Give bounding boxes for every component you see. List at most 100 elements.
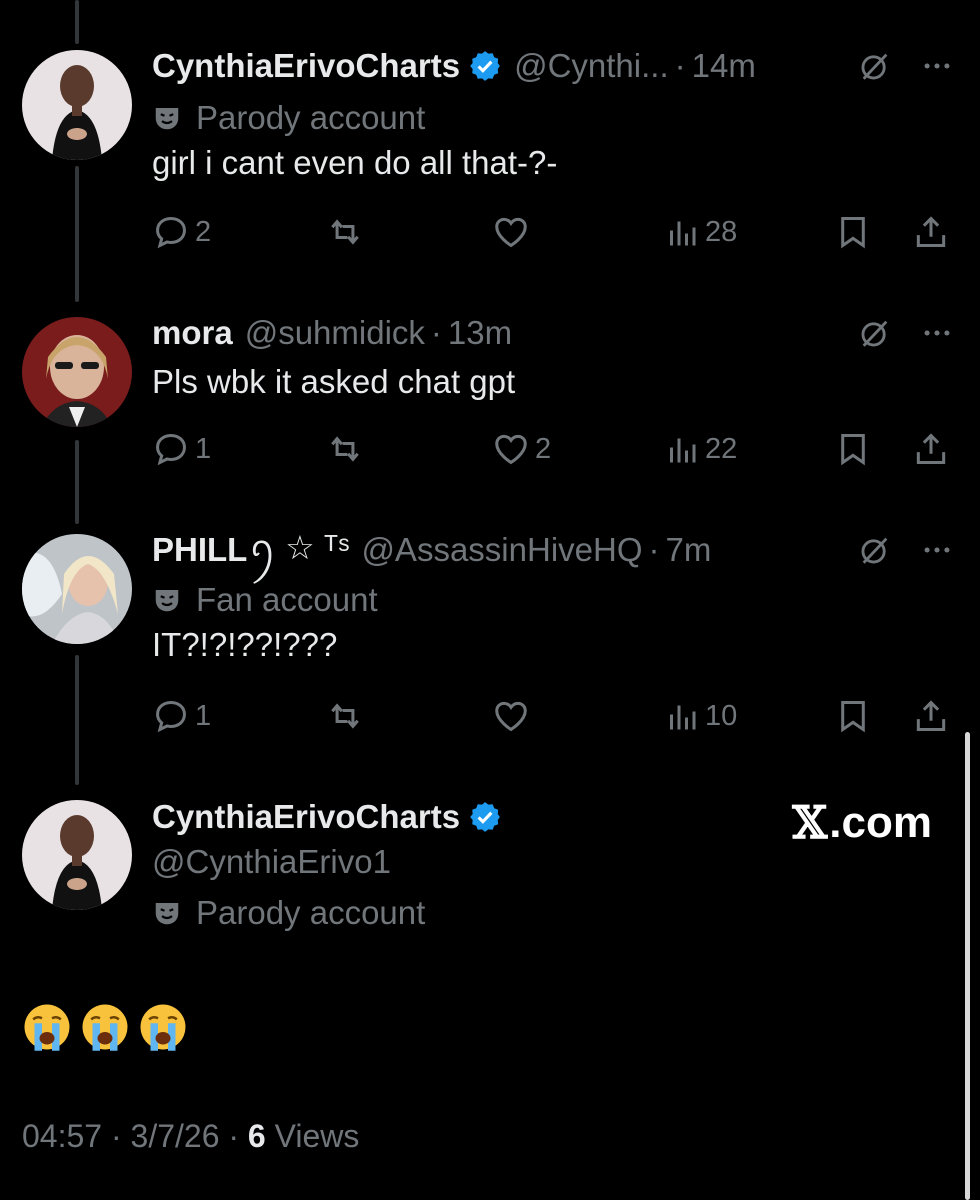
views-count: 6: [247, 1118, 266, 1154]
tweet-header: CynthiaErivoCharts @Cynthi... · 14m: [152, 46, 756, 86]
separator-dot: ·: [648, 531, 660, 568]
bookmark-icon: [841, 434, 865, 466]
thread-line: [75, 0, 79, 44]
tweet-actions: 1 2 22: [152, 429, 962, 469]
like-button[interactable]: [492, 212, 535, 252]
tweet-text: IT?!?!??!???: [152, 626, 338, 663]
reply-count: 1: [195, 432, 212, 465]
grok-icon[interactable]: [856, 47, 894, 85]
reply-icon: [156, 434, 186, 466]
post-time[interactable]: 13m: [448, 314, 512, 352]
watermark-text: .com: [829, 797, 932, 847]
tweet-header: mora @suhmidick · 13m: [152, 313, 512, 353]
like-button[interactable]: 2: [492, 429, 551, 469]
repost-button[interactable]: [326, 696, 364, 736]
bookmark-button[interactable]: [834, 429, 872, 469]
bookmark-button[interactable]: [834, 696, 872, 736]
view-count: 28: [705, 215, 738, 248]
view-count: 10: [705, 699, 738, 732]
tweet-text: girl i cant even do all that-?-: [152, 144, 558, 181]
tweet-text: Pls wbk it asked chat gpt: [152, 363, 516, 400]
display-name[interactable]: mora: [152, 314, 233, 352]
avatar[interactable]: [22, 800, 132, 910]
mask-icon: [155, 903, 179, 925]
more-icon[interactable]: [918, 531, 956, 569]
tweet-top-icons: [856, 530, 956, 570]
tweet-top-icons: [856, 46, 956, 86]
account-label: Fan account: [152, 580, 378, 620]
avatar[interactable]: [22, 534, 132, 644]
share-icon: [916, 216, 946, 247]
grok-icon[interactable]: [856, 531, 894, 569]
display-name[interactable]: PHILL: [152, 531, 247, 569]
bookmark-button[interactable]: [834, 212, 872, 252]
more-icon[interactable]: [918, 314, 956, 352]
mask-icon: [155, 108, 179, 130]
account-label: Parody account: [152, 98, 425, 138]
tweet-header: PHILL ꪆ ☆ ᵀˢ @AssassinHiveHQ · 7m: [152, 529, 712, 570]
avatar[interactable]: [22, 317, 132, 427]
post-timestamp: 04:57 · 3/7/26 · 6 Views: [22, 1118, 359, 1155]
separator-dot: ·: [430, 314, 442, 351]
views-button[interactable]: 10: [664, 696, 737, 736]
share-button[interactable]: [912, 696, 950, 736]
reply-count: 2: [195, 215, 212, 248]
display-name[interactable]: CynthiaErivoCharts: [152, 798, 460, 836]
thread-line: [75, 440, 79, 524]
reply-button[interactable]: 2: [152, 212, 211, 252]
post-emojis: [22, 1002, 188, 1052]
account-label-text: Fan account: [196, 581, 378, 618]
post-time[interactable]: 7m: [666, 531, 712, 569]
user-handle[interactable]: @Cynthi...: [514, 47, 669, 85]
timestamp-text[interactable]: 04:57 · 3/7/26 ·: [22, 1118, 248, 1154]
share-button[interactable]: [912, 429, 950, 469]
views-icon: [670, 705, 696, 730]
views-button[interactable]: 28: [664, 212, 737, 252]
grok-icon[interactable]: [856, 314, 894, 352]
tweet-top-icons: [856, 313, 956, 353]
verified-badge-icon: [470, 51, 500, 81]
like-icon: [495, 217, 527, 248]
account-label: Parody account: [152, 893, 425, 933]
reply-button[interactable]: 1: [152, 696, 211, 736]
repost-button[interactable]: [326, 429, 364, 469]
repost-icon: [331, 436, 359, 462]
main-display-name-row: CynthiaErivoCharts: [152, 798, 502, 836]
verified-badge-icon: [470, 802, 500, 832]
display-name[interactable]: CynthiaErivoCharts: [152, 47, 460, 85]
views-label[interactable]: Views: [275, 1118, 360, 1154]
views-button[interactable]: 22: [664, 429, 737, 469]
account-label-text: Parody account: [196, 99, 426, 136]
repost-button[interactable]: [326, 212, 364, 252]
share-button[interactable]: [912, 212, 950, 252]
thread-line: [75, 655, 79, 785]
repost-icon: [331, 703, 359, 729]
views-icon: [670, 221, 696, 246]
bookmark-icon: [841, 701, 865, 733]
post-time[interactable]: 14m: [692, 47, 756, 85]
scrollbar[interactable]: [965, 732, 970, 1200]
view-count: 22: [705, 432, 738, 465]
user-handle[interactable]: @CynthiaErivo1: [152, 843, 391, 881]
reply-icon: [156, 701, 186, 733]
user-handle[interactable]: @suhmidick: [245, 314, 425, 352]
like-button[interactable]: [492, 696, 535, 736]
x-com-watermark: 𝕏 .com: [792, 796, 932, 849]
user-handle[interactable]: @AssassinHiveHQ: [361, 531, 642, 569]
thread-line: [75, 166, 79, 302]
bookmark-icon: [841, 217, 865, 249]
tweet-actions: 1 10: [152, 696, 962, 736]
more-icon[interactable]: [918, 47, 956, 85]
views-icon: [670, 438, 696, 463]
display-name-decoration: ꪆ ☆ ᵀˢ: [249, 529, 350, 566]
reply-button[interactable]: 1: [152, 429, 211, 469]
share-icon: [916, 433, 946, 464]
account-label-text: Parody account: [196, 894, 426, 931]
separator-dot: ·: [674, 47, 686, 84]
crying-emoji: [22, 1002, 72, 1052]
avatar[interactable]: [22, 50, 132, 160]
like-icon: [495, 434, 527, 465]
like-icon: [495, 701, 527, 732]
share-icon: [916, 700, 946, 731]
repost-icon: [331, 219, 359, 245]
